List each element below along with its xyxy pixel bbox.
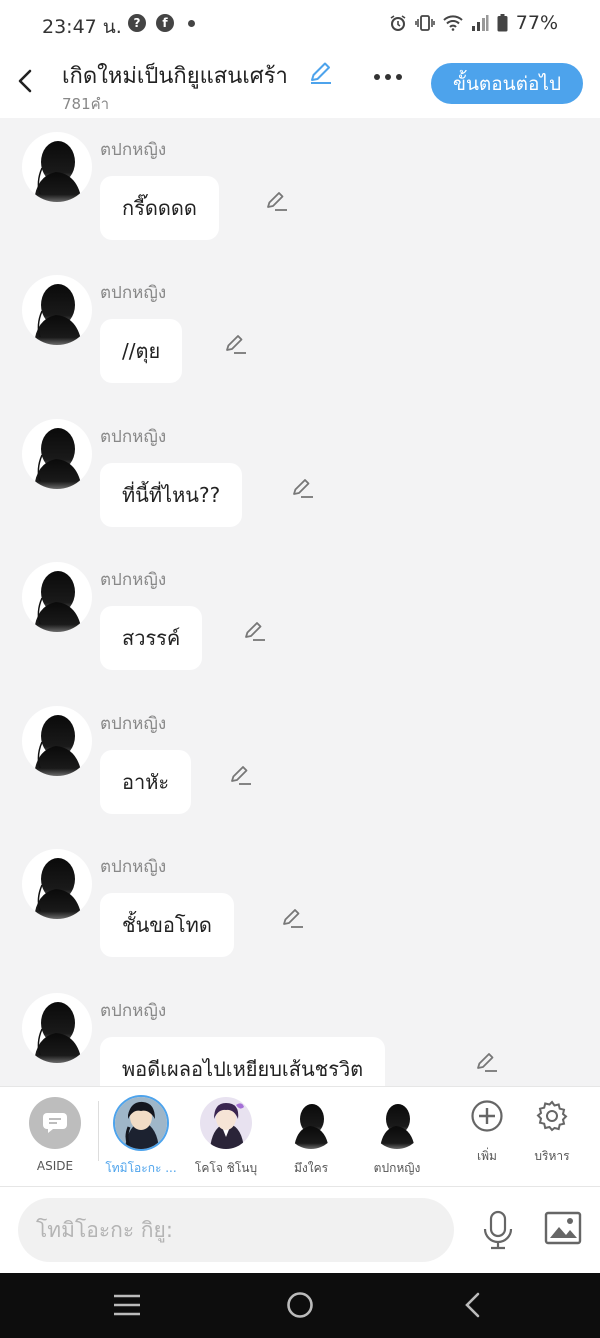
wifi-icon [443,15,463,31]
battery-percent: 77% [515,12,558,34]
message-sender: ตปกหญิง [100,714,167,734]
tool-label: เพิ่ม [477,1149,497,1163]
avatar [371,1097,423,1149]
avatar[interactable] [22,132,92,202]
avatar[interactable] [22,849,92,919]
chat-message: ตปกหญิง กรี๊ดดดด [0,118,600,261]
more-dot-icon [396,74,402,80]
message-bubble[interactable]: อาหัะ [100,750,192,814]
message-sender: ตปกหญิง [100,283,167,303]
next-step-button[interactable]: ขั้นตอนต่อไป [431,63,583,104]
more-dot-icon [385,74,391,80]
character-label: ASIDE [36,1159,74,1173]
chat-messages[interactable]: ตปกหญิง กรี๊ดดดด ตปกหญิง //ตุย ตปกหญิง ท… [0,118,600,1086]
message-sender: ตปกหญิง [100,857,167,877]
edit-pencil-icon[interactable] [222,331,248,357]
story-header: เกิดใหม่เป็นกิยูแสนเศร้า 781คำ ขั้นตอนต่… [0,48,600,118]
message-bubble[interactable]: ที่นี้ที่ไหน?? [100,463,243,527]
system-nav-bar [0,1273,600,1338]
edit-pencil-icon[interactable] [227,762,253,788]
message-input[interactable] [18,1198,454,1262]
avatar[interactable] [22,993,92,1063]
message-bubble[interactable]: สวรรค์ [100,606,203,670]
chat-message: ตปกหญิง ที่นี้ที่ไหน?? [0,405,600,548]
avatar[interactable] [22,419,92,489]
message-bubble[interactable]: กรี๊ดดดด [100,176,219,240]
aside-avatar [29,1097,81,1149]
facebook-icon: f [156,14,174,32]
message-bubble[interactable]: พอดีเผลอไปเหยียบเส้นชรวิต [100,1037,386,1086]
status-bar: 23:47 น. ? f 77% [0,0,600,48]
character-topok-ying[interactable]: ตปกหญิง [357,1097,437,1178]
character-label: โทมิโอะกะ ... [105,1161,177,1175]
alarm-icon [390,15,406,31]
character-tomioka[interactable]: โทมิโอะกะ ... [101,1097,181,1178]
chat-bubble-icon [43,1113,67,1133]
edit-pencil-icon[interactable] [263,188,289,214]
avatar [200,1097,252,1149]
chat-message: ตปกหญิง สวรรค์ [0,548,600,691]
microphone-icon[interactable] [478,1209,518,1255]
character-kocho[interactable]: โคโจ ชิโนบุ [186,1097,266,1178]
message-sender: ตปกหญิง [100,427,167,447]
character-mueng-khrai[interactable]: มึงใคร [271,1097,351,1178]
avatar[interactable] [22,275,92,345]
manage-button[interactable]: บริหาร [522,1099,582,1166]
gear-icon [536,1100,568,1132]
home-icon[interactable] [286,1291,314,1323]
help-circle-icon: ? [128,14,146,32]
message-bubble[interactable]: ชั้นขอโทด [100,893,234,957]
plus-circle-icon [471,1100,503,1132]
story-title[interactable]: เกิดใหม่เป็นกิยูแสนเศร้า [62,58,288,93]
status-time: 23:47 น. [42,16,122,38]
message-bubble[interactable]: //ตุย [100,319,183,383]
avatar [285,1097,337,1149]
message-sender: ตปกหญิง [100,1001,167,1021]
more-dot-icon [374,74,380,80]
chat-message: ตปกหญิง อาหัะ [0,692,600,835]
character-bar: ASIDE โทมิโอะกะ ... โคโจ ชิโนบุ มึงใคร ต… [0,1086,600,1186]
avatar [115,1097,167,1149]
vibrate-icon [415,15,435,31]
recent-apps-icon[interactable] [112,1291,142,1323]
back-nav-icon[interactable] [462,1291,482,1323]
message-sender: ตปกหญิง [100,570,167,590]
word-count: 781คำ [62,95,110,113]
back-button[interactable] [10,64,40,98]
edit-pencil-icon[interactable] [279,905,305,931]
dot-icon [188,19,195,27]
divider [98,1101,99,1161]
more-options-button[interactable] [374,74,402,80]
chat-message: ตปกหญิง พอดีเผลอไปเหยียบเส้นชรวิต [0,979,600,1086]
add-character-button[interactable]: เพิ่ม [457,1099,517,1166]
character-aside[interactable]: ASIDE [15,1097,95,1173]
chat-message: ตปกหญิง //ตุย [0,261,600,404]
battery-icon [497,14,508,32]
title-edit-icon[interactable] [308,60,334,90]
signal-icon [471,15,489,31]
edit-pencil-icon[interactable] [289,475,315,501]
character-label: มึงใคร [293,1161,329,1175]
avatar[interactable] [22,706,92,776]
character-label: โคโจ ชิโนบุ [194,1161,258,1175]
chevron-left-icon [18,69,32,93]
tool-label: บริหาร [534,1149,570,1163]
edit-pencil-icon[interactable] [473,1049,499,1075]
message-sender: ตปกหญิง [100,140,167,160]
avatar[interactable] [22,562,92,632]
image-icon[interactable] [544,1211,582,1249]
input-area [0,1186,600,1273]
edit-pencil-icon[interactable] [241,618,267,644]
chat-message: ตปกหญิง ชั้นขอโทด [0,835,600,978]
character-label: ตปกหญิง [373,1161,421,1175]
